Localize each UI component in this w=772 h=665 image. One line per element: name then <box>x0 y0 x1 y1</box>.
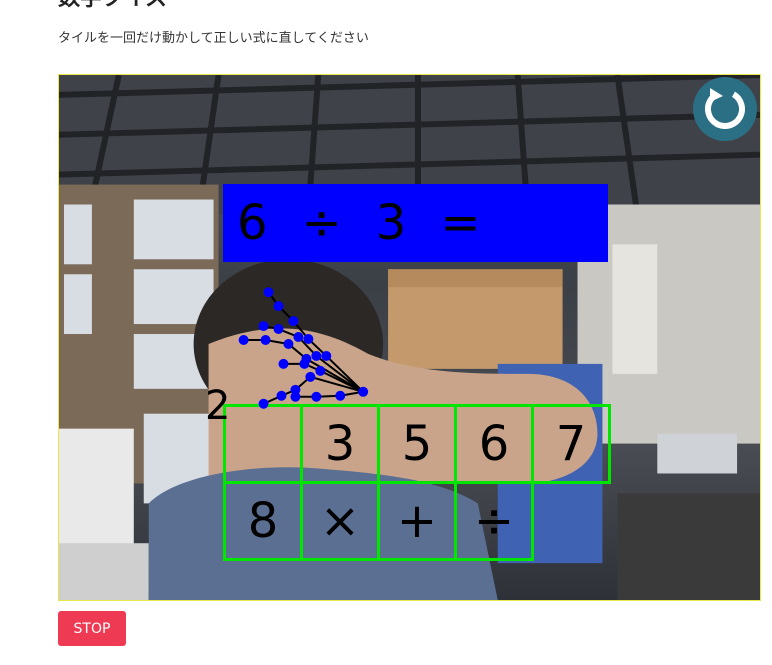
tile-slot[interactable] <box>223 404 303 484</box>
tile[interactable]: 5 <box>377 404 457 484</box>
tile[interactable]: ÷ <box>454 481 534 561</box>
instruction-text: タイルを一回だけ動かして正しい式に直してください <box>58 31 369 46</box>
empty-tile-slot <box>531 481 611 561</box>
stop-button[interactable]: STOP <box>58 611 126 646</box>
reload-icon <box>705 88 745 129</box>
tile[interactable]: 6 <box>454 404 534 484</box>
equation-token: = <box>440 195 481 251</box>
dragged-tile[interactable]: 2 <box>205 383 230 429</box>
tile[interactable]: 8 <box>223 481 303 561</box>
tile[interactable]: + <box>377 481 457 561</box>
tile[interactable]: 3 <box>300 404 380 484</box>
page-title: 数字クイズ <box>58 0 167 12</box>
tile[interactable]: × <box>300 481 380 561</box>
camera-view: 6 ÷ 3 = 3 5 6 7 8 × + ÷ 2 <box>58 74 761 601</box>
tile-grid: 3 5 6 7 8 × + ÷ <box>223 404 611 561</box>
equation-display: 6 ÷ 3 = <box>223 184 608 262</box>
tile[interactable]: 7 <box>531 404 611 484</box>
equation-token: ÷ <box>301 195 342 251</box>
reset-button[interactable] <box>693 77 757 141</box>
equation-token: 3 <box>375 195 407 251</box>
equation-token: 6 <box>237 195 268 251</box>
